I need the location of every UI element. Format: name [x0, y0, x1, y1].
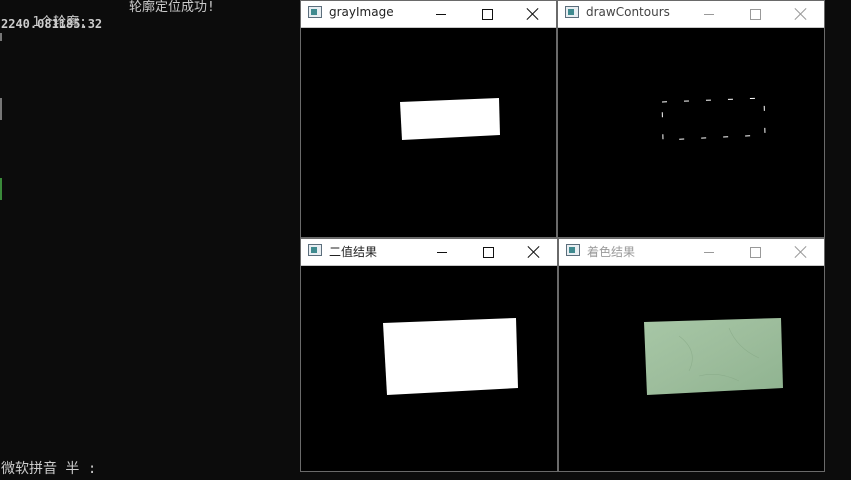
maximize-icon — [482, 246, 494, 258]
close-icon — [795, 8, 807, 20]
colored-image-svg — [644, 318, 783, 395]
window-title: drawContours — [586, 5, 670, 19]
minimize-icon — [704, 251, 714, 253]
title-bar[interactable]: drawContours — [558, 1, 824, 28]
minimize-button[interactable] — [419, 239, 465, 265]
close-icon — [528, 246, 540, 258]
console-cursor-mark — [0, 98, 2, 120]
maximize-button[interactable] — [732, 239, 778, 265]
close-button[interactable] — [778, 1, 824, 27]
console-cursor-mark — [0, 178, 2, 200]
dashed-contour — [661, 97, 766, 141]
white-rectangle — [400, 98, 500, 140]
maximize-button[interactable] — [465, 239, 511, 265]
opencv-window-icon — [566, 244, 580, 256]
console-window: 1个轮廓; 轮廓定位成功! 2240.081185.32 微软拼音 半 : — [0, 0, 300, 480]
maximize-button[interactable] — [464, 1, 510, 27]
opencv-window-icon — [308, 244, 322, 256]
image-canvas — [301, 28, 556, 237]
window-title: 着色结果 — [587, 245, 636, 259]
minimize-button[interactable] — [686, 239, 732, 265]
locate-success-text: 轮廓定位成功! — [129, 0, 215, 15]
maximize-icon — [749, 8, 761, 20]
colored-result-window[interactable]: 着色结果 — [558, 238, 825, 472]
title-bar[interactable]: 二值结果 — [301, 239, 557, 266]
close-icon — [795, 246, 807, 258]
window-title: grayImage — [329, 5, 394, 19]
minimize-icon — [704, 13, 714, 15]
close-button[interactable] — [778, 239, 824, 265]
white-rectangle — [383, 318, 518, 395]
minimize-icon — [437, 251, 447, 253]
window-title: 二值结果 — [329, 245, 378, 259]
colored-object — [644, 318, 783, 395]
contour-svg — [661, 97, 766, 141]
opencv-window-icon — [565, 6, 579, 18]
title-bar[interactable]: grayImage — [301, 1, 556, 28]
close-button[interactable] — [511, 239, 557, 265]
minimize-button[interactable] — [686, 1, 732, 27]
maximize-icon — [481, 8, 493, 20]
gray-image-svg — [400, 98, 500, 140]
minimize-icon — [436, 13, 446, 15]
minimize-button[interactable] — [418, 1, 464, 27]
binary-image-svg — [383, 318, 518, 395]
title-bar[interactable]: 着色结果 — [559, 239, 824, 266]
image-canvas — [559, 266, 824, 471]
console-line-2: 2240.081185.32 — [1, 17, 103, 31]
binary-result-window[interactable]: 二值结果 — [300, 238, 558, 472]
close-button[interactable] — [510, 1, 556, 27]
image-canvas — [301, 266, 557, 471]
close-icon — [527, 8, 539, 20]
image-canvas — [558, 28, 824, 237]
maximize-icon — [749, 246, 761, 258]
draw-contours-window[interactable]: drawContours — [557, 0, 825, 238]
console-cursor-mark — [0, 33, 2, 41]
gray-image-window[interactable]: grayImage — [300, 0, 557, 238]
opencv-window-icon — [308, 6, 322, 18]
ime-status-text: 微软拼音 半 : — [1, 461, 97, 477]
maximize-button[interactable] — [732, 1, 778, 27]
